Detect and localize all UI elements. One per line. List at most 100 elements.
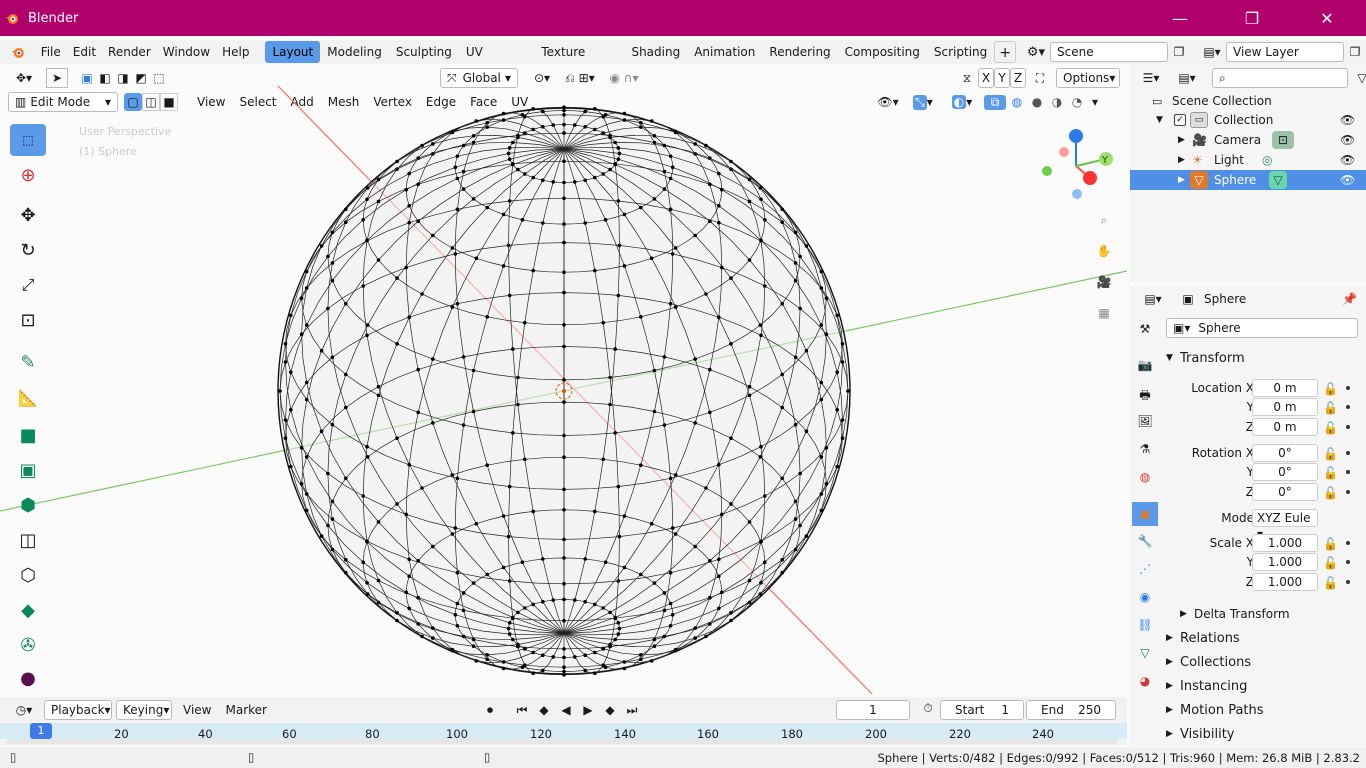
mesh-vertex[interactable] bbox=[407, 574, 412, 578]
mesh-vertex[interactable] bbox=[673, 648, 678, 653]
mesh-vertex[interactable] bbox=[344, 476, 348, 481]
mesh-vertex[interactable] bbox=[819, 508, 824, 513]
mesh-vertex[interactable] bbox=[416, 156, 421, 160]
mesh-vertex[interactable] bbox=[662, 169, 667, 174]
mesh-vertex[interactable] bbox=[573, 598, 577, 602]
mesh-vertex[interactable] bbox=[304, 508, 309, 513]
close-button[interactable]: ✕ bbox=[1304, 0, 1350, 36]
prev-keyframe-icon[interactable]: ◆ bbox=[534, 703, 554, 717]
object-name-field[interactable]: ▣▾ Sphere bbox=[1166, 318, 1358, 338]
mesh-vertex[interactable] bbox=[365, 197, 369, 202]
mesh-vertex[interactable] bbox=[407, 315, 412, 319]
mesh-vertex[interactable] bbox=[670, 526, 675, 530]
transform-tool[interactable]: ⊡ bbox=[10, 304, 46, 336]
mesh-vertex[interactable] bbox=[608, 133, 612, 138]
mesh-vertex[interactable] bbox=[601, 647, 605, 651]
mesh-vertex[interactable] bbox=[531, 602, 535, 607]
mesh-vertex[interactable] bbox=[330, 278, 335, 283]
mesh-vertex[interactable] bbox=[289, 464, 293, 469]
mesh-vertex[interactable] bbox=[562, 113, 566, 117]
mesh-vertex[interactable] bbox=[541, 653, 545, 657]
mesh-vertex[interactable] bbox=[507, 579, 512, 583]
mesh-vertex[interactable] bbox=[639, 653, 643, 657]
mesh-vertex[interactable] bbox=[506, 534, 511, 539]
jump-start-icon[interactable]: ⏮ bbox=[512, 703, 532, 718]
mesh-vertex[interactable] bbox=[798, 471, 802, 476]
mesh-vertex[interactable] bbox=[407, 463, 412, 467]
mesh-vertex[interactable] bbox=[668, 570, 673, 575]
mesh-vertex[interactable] bbox=[780, 220, 784, 224]
scale-x-field[interactable]: 1.000 bbox=[1252, 534, 1318, 552]
mesh-vertex[interactable] bbox=[523, 457, 527, 462]
scale-tool[interactable]: ⤢ bbox=[10, 269, 46, 301]
mesh-vertex[interactable] bbox=[652, 197, 657, 201]
mesh-vertex[interactable] bbox=[717, 606, 721, 611]
mesh-vertex[interactable] bbox=[804, 244, 809, 248]
mesh-vertex[interactable] bbox=[562, 108, 566, 113]
location-z-field[interactable]: 0 m bbox=[1252, 418, 1318, 436]
mesh-vertex[interactable] bbox=[758, 323, 763, 327]
outliner-row-scene-collection[interactable]: ▭ Scene Collection bbox=[1130, 91, 1366, 111]
mesh-vertex[interactable] bbox=[376, 384, 381, 389]
mesh-vertex[interactable] bbox=[562, 270, 566, 274]
mesh-vertex[interactable] bbox=[506, 626, 511, 631]
mesh-vertex[interactable] bbox=[601, 115, 605, 119]
mesh-vertex[interactable] bbox=[717, 204, 721, 208]
mesh-vertex[interactable] bbox=[798, 306, 802, 311]
mesh-vertex[interactable] bbox=[601, 172, 605, 176]
mesh-vertex[interactable] bbox=[780, 476, 784, 481]
mesh-vertex[interactable] bbox=[708, 182, 712, 187]
mesh-vertex[interactable] bbox=[516, 167, 520, 172]
mesh-vertex[interactable] bbox=[670, 612, 675, 617]
mesh-vertex[interactable] bbox=[344, 207, 348, 212]
mesh-vertex[interactable] bbox=[562, 508, 566, 512]
mesh-vertex[interactable] bbox=[798, 254, 802, 259]
mesh-vertex[interactable] bbox=[747, 199, 752, 204]
mesh-vertex[interactable] bbox=[616, 199, 621, 203]
mesh-vertex[interactable] bbox=[729, 276, 733, 280]
mesh-vertex[interactable] bbox=[283, 436, 288, 441]
expand-arrow-icon[interactable]: ▶ bbox=[1178, 155, 1185, 165]
mesh-vertex[interactable] bbox=[819, 323, 824, 327]
mesh-vertex[interactable] bbox=[804, 429, 809, 434]
mesh-vertex[interactable] bbox=[344, 220, 348, 224]
mesh-vertex[interactable] bbox=[793, 517, 798, 521]
mesh-vertex[interactable] bbox=[562, 455, 566, 460]
motion-paths-section[interactable]: ▶ Motion Paths bbox=[1130, 700, 1366, 720]
mesh-vertex[interactable] bbox=[507, 146, 512, 150]
mesh-vertex[interactable] bbox=[662, 423, 667, 427]
filter-icon[interactable]: ▽ bbox=[1352, 71, 1366, 85]
outliner-row-camera[interactable]: ▶ 🎥 Camera ⊡ 👁 bbox=[1130, 130, 1366, 150]
mesh-vertex[interactable] bbox=[780, 207, 784, 212]
collection-checkbox[interactable]: ✓ bbox=[1174, 114, 1186, 126]
mesh-vertex[interactable] bbox=[461, 143, 466, 148]
mesh-vertex[interactable] bbox=[562, 122, 566, 127]
mesh-vertex[interactable] bbox=[562, 655, 566, 660]
mesh-vertex[interactable] bbox=[693, 626, 697, 630]
mesh-vertex[interactable] bbox=[461, 187, 466, 191]
mesh-vertex[interactable] bbox=[450, 473, 455, 477]
mesh-vertex[interactable] bbox=[283, 418, 288, 422]
mesh-vertex[interactable] bbox=[704, 143, 708, 148]
mesh-vertex[interactable] bbox=[639, 121, 643, 125]
mesh-vertex[interactable] bbox=[613, 431, 617, 435]
mesh-vertex[interactable] bbox=[668, 207, 673, 212]
add-workspace-button[interactable]: + bbox=[994, 41, 1016, 63]
tab-compositing[interactable]: Compositing bbox=[838, 41, 927, 63]
mesh-vertex[interactable] bbox=[551, 180, 555, 184]
mesh-vertex[interactable] bbox=[471, 134, 476, 138]
new-scene-icon[interactable]: ❐ bbox=[1168, 45, 1190, 59]
lock-icon[interactable]: 🔓 bbox=[1323, 401, 1338, 415]
mesh-vertex[interactable] bbox=[616, 157, 621, 161]
timeline-menu-view[interactable]: View bbox=[176, 700, 218, 720]
mesh-vertex[interactable] bbox=[662, 143, 667, 148]
mesh-vertex[interactable] bbox=[759, 444, 763, 449]
view-layer-selector[interactable]: ▤▾ View Layer ❐ bbox=[1198, 42, 1366, 62]
mesh-vertex[interactable] bbox=[551, 123, 555, 127]
mesh-vertex[interactable] bbox=[516, 642, 520, 647]
mesh-vertex[interactable] bbox=[652, 140, 657, 145]
mesh-vertex[interactable] bbox=[531, 509, 535, 514]
mesh-vertex[interactable] bbox=[793, 547, 798, 552]
mesh-vertex[interactable] bbox=[622, 666, 627, 671]
lock-icon[interactable]: 🔓 bbox=[1323, 447, 1338, 461]
